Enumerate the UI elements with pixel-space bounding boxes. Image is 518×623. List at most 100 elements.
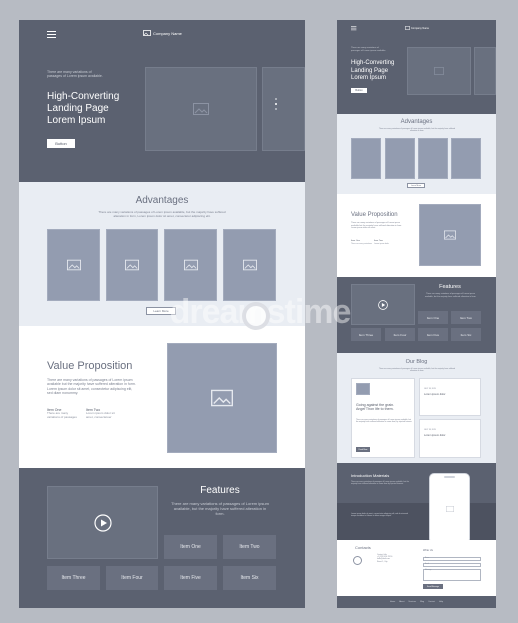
features-text: There are many variations of passages of… (424, 293, 477, 298)
learn-more-button[interactable]: Learn More (407, 183, 425, 188)
send-button[interactable]: Send Message (423, 584, 443, 589)
feature-item[interactable]: Item Four (106, 566, 158, 590)
blog-post[interactable]: JULY 18, 2019 Lorem ipsum dolor (419, 378, 481, 416)
watermark-logo-icon (242, 302, 270, 330)
video-thumbnail[interactable] (47, 486, 158, 559)
footer-link[interactable]: Contact (428, 601, 435, 603)
footer-link[interactable]: Help (439, 601, 443, 603)
play-icon[interactable] (93, 513, 112, 532)
value-title: Value Proposition (47, 360, 133, 372)
feature-item[interactable]: Item Five (164, 566, 217, 590)
hero-next-slide[interactable] (262, 67, 305, 151)
blog-post-image (356, 383, 370, 395)
hero-intro: There are many variations of passages of… (351, 47, 386, 52)
image-icon (445, 505, 454, 512)
hero-title-line: High-Converting (351, 60, 395, 66)
feature-item[interactable]: Item Three (47, 566, 100, 590)
brand-name: Company Name (411, 26, 430, 30)
phone-notch (444, 476, 455, 478)
play-icon[interactable] (378, 299, 388, 310)
footer-link[interactable]: Services (408, 601, 416, 603)
features-title: Features (200, 485, 240, 496)
advantage-card (351, 138, 381, 179)
value-image (419, 204, 481, 266)
blog-text: There are many variations of passages of… (378, 368, 456, 373)
message-field[interactable]: Message (423, 569, 481, 581)
feature-item[interactable]: Item Two (223, 535, 276, 559)
feature-item[interactable]: Item One (418, 311, 448, 324)
phone-mockup (429, 473, 470, 544)
image-icon (405, 26, 410, 30)
slider-dots[interactable] (275, 98, 277, 110)
contact-info: Contact Info +1 (123) 456 78 90 hello@ma… (377, 554, 417, 563)
email-field[interactable]: Email (423, 563, 481, 567)
contacts-title: Contacts (355, 545, 371, 550)
hero-intro: There are many variations of passages of… (47, 70, 103, 79)
hero-button[interactable]: Button (351, 88, 367, 93)
contact-line: Street 1, City (377, 560, 388, 563)
blog-post-featured[interactable]: Going against the grain. Angel'Thon life… (351, 378, 415, 458)
hamburger-icon[interactable] (351, 26, 357, 31)
hamburger-icon[interactable] (47, 31, 56, 40)
advantage-card (47, 229, 100, 301)
image-icon (444, 230, 456, 240)
intro-title: Introduction Materials (351, 473, 390, 478)
features-text: There are many variations of passages of… (171, 501, 269, 516)
value-item-two: Item Two Lorem ipsum dolor sit amet, con… (86, 408, 122, 420)
name-field[interactable]: Name (423, 557, 481, 561)
hero-title-line: Landing Page (351, 67, 389, 74)
hero-title: High-Converting Landing Page Lorem Ipsum (351, 60, 411, 83)
feature-item[interactable]: Item One (164, 535, 217, 559)
hero-slide-image (407, 47, 471, 95)
image-icon (66, 259, 81, 271)
advantage-card (418, 138, 448, 179)
image-icon (193, 103, 209, 115)
form-title: Write Us (423, 549, 433, 552)
hero-title: High-Converting Landing Page Lorem Ipsum (47, 91, 147, 127)
mobile-hero: Company Name There are many variations o… (337, 20, 496, 114)
hero-slide-image (145, 67, 257, 151)
advantages-title: Advantages (135, 195, 189, 206)
hero-title-line: Lorem Ipsum (351, 75, 387, 81)
advantages-title: Advantages (400, 119, 433, 125)
hero-title-line: Lorem Ipsum (47, 115, 106, 126)
advantage-card (106, 229, 158, 301)
blog-post[interactable]: JULY 18, 2019 Lorem ipsum dolor (419, 419, 481, 458)
desktop-features: Features There are many variations of pa… (19, 468, 305, 608)
blog-post-date: JULY 18, 2019 (424, 429, 436, 431)
hero-title-line: High-Converting (47, 91, 120, 102)
feature-item[interactable]: Item Four (385, 328, 415, 341)
advantage-card (451, 138, 481, 179)
value-image (167, 343, 277, 453)
image-icon (211, 389, 233, 407)
value-item-text: There are many variations (351, 242, 372, 245)
blog-post-text: There are many variations of passages of… (356, 419, 412, 424)
feature-item[interactable]: Item Two (451, 311, 481, 324)
advantage-card (385, 138, 415, 179)
hero-next-slide[interactable] (474, 47, 496, 95)
mobile-value: Value Proposition There are many variati… (337, 194, 496, 277)
mobile-footer: Home About Services Blog Contact Help (337, 596, 496, 608)
value-item-one: Item One There are many variations (351, 240, 373, 245)
value-item-two: Item Two Lorem ipsum dolor (374, 240, 396, 245)
contact-avatar (353, 556, 362, 565)
image-icon (434, 67, 444, 75)
intro-lower-band (337, 503, 496, 540)
image-icon (125, 259, 139, 271)
mobile-intro: Introduction Materials There are many va… (337, 463, 496, 544)
intro-text: There are many variations of passages of… (351, 481, 410, 486)
blog-post-title: Going against the grain. Angel'Thon life… (356, 403, 395, 412)
footer-link[interactable]: Home (390, 601, 395, 603)
mobile-advantages: Advantages There are many variations of … (337, 114, 496, 194)
feature-item[interactable]: Item Five (418, 328, 448, 341)
footer-link[interactable]: Blog (420, 601, 424, 603)
hero-title-line: Landing Page (47, 103, 109, 114)
advantages-text: There are many variations of passages of… (98, 210, 226, 218)
read-more-button[interactable]: Read More (356, 447, 370, 452)
blog-post-title: Lorem ipsum dolor (424, 393, 446, 396)
advantage-card (164, 229, 217, 301)
footer-link[interactable]: About (399, 601, 404, 603)
feature-item[interactable]: Item Six (223, 566, 276, 590)
hero-button[interactable]: Button (47, 139, 75, 148)
feature-item[interactable]: Item Six (451, 328, 481, 341)
